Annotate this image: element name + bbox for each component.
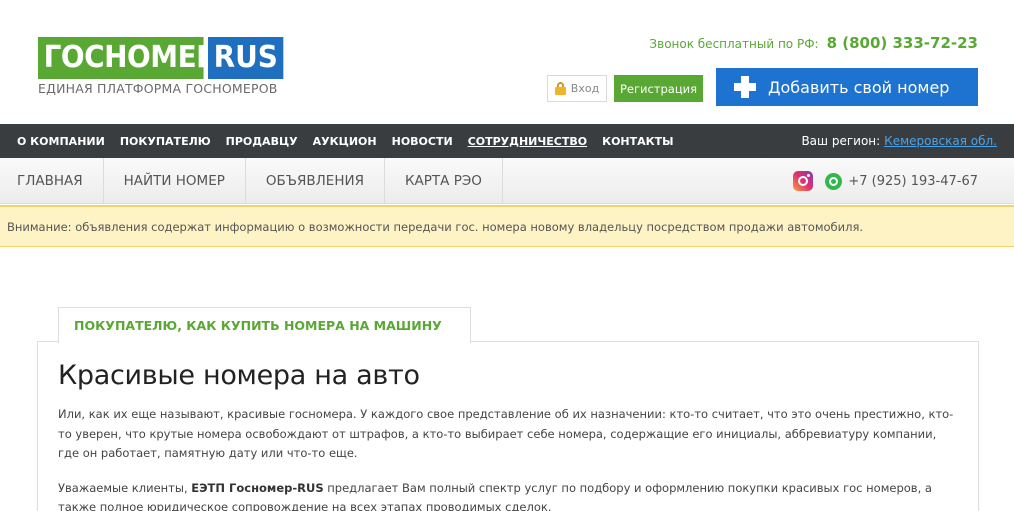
topnav-item-seller[interactable]: ПРОДАВЦУ (226, 135, 298, 148)
hotline-phone[interactable]: 8 (800) 333-72-23 (827, 34, 978, 52)
add-number-label: Добавить свой номер (768, 77, 950, 97)
region-link[interactable]: Кемеровская обл. (884, 134, 997, 148)
logo-main-text: ГОСНОМЕР (38, 37, 217, 79)
login-label: Вход (570, 82, 600, 95)
services-paragraph: Уважаемые клиенты, ЕЭТП Госномер-RUS пре… (58, 479, 958, 511)
whatsapp-contact[interactable]: +7 (925) 193-47-67 (825, 172, 978, 190)
notice-banner: Внимание: объявления содержат информацию… (0, 205, 1014, 247)
subnav-item-reo-map[interactable]: КАРТА РЭО (385, 158, 503, 204)
subnav-item-find-number[interactable]: НАЙТИ НОМЕР (104, 158, 246, 204)
social-contacts: +7 (925) 193-47-67 (793, 158, 978, 204)
site-logo[interactable]: ГОСНОМЕР RUS ЕДИНАЯ ПЛАТФОРМА ГОСНОМЕРОВ (38, 37, 289, 96)
region-label: Ваш регион: (801, 134, 881, 148)
site-header: ГОСНОМЕР RUS ЕДИНАЯ ПЛАТФОРМА ГОСНОМЕРОВ… (0, 0, 1014, 124)
services-text-start: Уважаемые клиенты, (58, 480, 192, 495)
hotline-label: Звонок бесплатный по РФ: (649, 37, 819, 51)
top-navigation: О КОМПАНИИ ПОКУПАТЕЛЮ ПРОДАВЦУ АУКЦИОН Н… (0, 124, 1014, 158)
topnav-item-auction[interactable]: АУКЦИОН (313, 135, 377, 148)
topnav-item-news[interactable]: НОВОСТИ (392, 135, 453, 148)
content-panel: Красивые номера на авто Или, как их еще … (37, 341, 979, 511)
hotline: Звонок бесплатный по РФ: 8 (800) 333-72-… (649, 34, 978, 52)
content-tab[interactable]: ПОКУПАТЕЛЮ, КАК КУПИТЬ НОМЕРА НА МАШИНУ (58, 307, 471, 343)
logo-tagline: ЕДИНАЯ ПЛАТФОРМА ГОСНОМЕРОВ (38, 81, 278, 96)
whatsapp-icon (825, 172, 843, 190)
instagram-icon[interactable] (793, 171, 814, 191)
plus-icon (734, 76, 756, 98)
sub-navigation: ГЛАВНАЯ НАЙТИ НОМЕР ОБЪЯВЛЕНИЯ КАРТА РЭО… (0, 158, 1014, 204)
topnav-item-contacts[interactable]: КОНТАКТЫ (602, 135, 673, 148)
intro-paragraph: Или, как их еще называют, красивые госно… (58, 407, 954, 460)
login-button[interactable]: Вход (547, 75, 607, 102)
subnav-item-home[interactable]: ГЛАВНАЯ (0, 158, 104, 204)
whatsapp-phone: +7 (925) 193-47-67 (848, 173, 978, 189)
topnav-item-about[interactable]: О КОМПАНИИ (17, 135, 105, 148)
register-button[interactable]: Регистрация (614, 75, 703, 102)
company-name: ЕЭТП Госномер-RUS (191, 480, 324, 495)
topnav-item-buyer[interactable]: ПОКУПАТЕЛЮ (120, 135, 211, 148)
page-title: Красивые номера на авто (58, 360, 420, 391)
subnav-item-listings[interactable]: ОБЪЯВЛЕНИЯ (246, 158, 385, 204)
add-number-button[interactable]: Добавить свой номер (716, 68, 978, 106)
region-selector: Ваш регион: Кемеровская обл. (801, 124, 997, 158)
lock-icon (554, 82, 566, 95)
logo-suffix-text: RUS (208, 37, 284, 79)
topnav-item-cooperation[interactable]: СОТРУДНИЧЕСТВО (468, 135, 587, 148)
